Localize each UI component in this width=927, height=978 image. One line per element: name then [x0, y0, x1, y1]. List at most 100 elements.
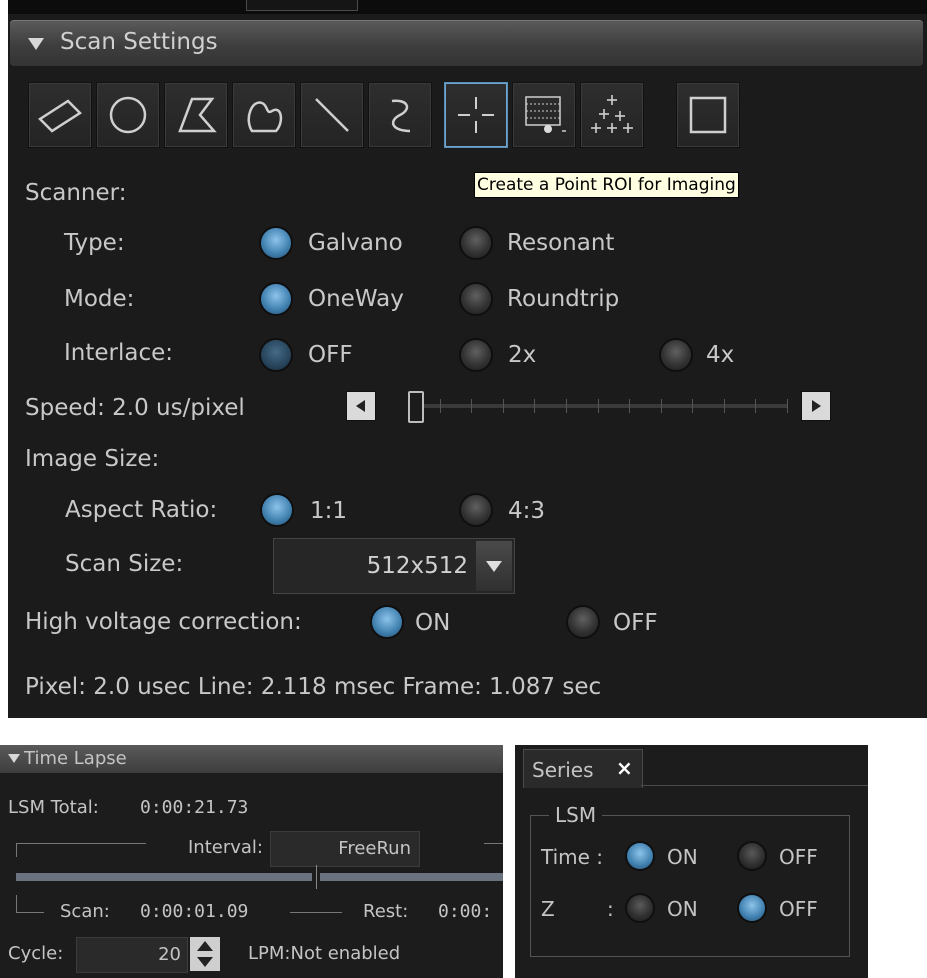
bracket-line — [290, 912, 342, 913]
slider-tick — [503, 399, 504, 413]
scan-size-dropdown-button[interactable] — [476, 541, 512, 591]
type-galvano-radio[interactable] — [261, 228, 291, 258]
hv-on-radio[interactable] — [372, 607, 402, 637]
mode-oneway-label: OneWay — [308, 286, 404, 312]
polyline-roi-button[interactable] — [368, 82, 432, 148]
time-label: Time : — [541, 845, 604, 869]
time-lapse-header[interactable]: Time Lapse — [0, 745, 503, 773]
scan-timeline-bar — [16, 873, 312, 881]
scanner-label: Scanner: — [25, 180, 127, 206]
tab-baseline — [641, 785, 868, 786]
bracket-line — [16, 912, 44, 913]
slider-tick — [598, 399, 599, 413]
aspect-4-3-label: 4:3 — [508, 498, 546, 524]
slider-tick — [566, 399, 567, 413]
aspect-ratio-label: Aspect Ratio: — [65, 497, 218, 523]
lsm-group-box — [530, 815, 850, 957]
time-lapse-title: Time Lapse — [24, 748, 127, 769]
line-roi-icon — [315, 98, 349, 132]
z-colon: : — [607, 897, 614, 921]
hv-off-label: OFF — [613, 610, 658, 636]
scan-settings-header[interactable]: Scan Settings — [10, 20, 923, 66]
lsm-total-value: 0:00:21.73 — [140, 797, 249, 818]
z-off-radio[interactable] — [739, 895, 765, 921]
z-off-label: OFF — [779, 897, 818, 921]
close-icon[interactable]: × — [616, 756, 633, 780]
top-tab[interactable] — [246, 0, 358, 11]
scan-size-select[interactable]: 512x512 — [273, 538, 515, 594]
slider-tick — [471, 399, 472, 413]
bracket-line — [16, 843, 146, 844]
interlace-2x-label: 2x — [508, 342, 537, 368]
left-arrow-icon — [356, 400, 365, 412]
clear-roi-icon — [689, 96, 727, 134]
rest-label: Rest: — [363, 901, 409, 922]
z-label: Z — [541, 897, 555, 921]
lsm-total-label: LSM Total: — [8, 797, 99, 818]
interlace-2x-radio[interactable] — [461, 340, 491, 370]
grid-roi-icon — [525, 96, 566, 133]
interlace-off-radio[interactable] — [261, 340, 291, 370]
slider-tick — [534, 399, 535, 413]
scan-size-label: Scan Size: — [65, 551, 184, 577]
circle-roi-button[interactable] — [96, 82, 160, 148]
grid-roi-button[interactable] — [512, 82, 576, 148]
top-tab-strip — [8, 0, 927, 14]
interlace-4x-radio[interactable] — [661, 340, 691, 370]
right-arrow-icon — [812, 400, 821, 412]
type-resonant-radio[interactable] — [461, 228, 491, 258]
time-off-radio[interactable] — [739, 843, 765, 869]
point-roi-tooltip: Create a Point ROI for Imaging — [474, 172, 739, 198]
timeline-divider — [316, 865, 317, 889]
cycle-stepper[interactable] — [190, 937, 220, 971]
speed-slider-handle[interactable] — [408, 391, 424, 423]
slider-tick — [692, 399, 693, 413]
multipoint-roi-button[interactable] — [580, 82, 644, 148]
rectangle-roi-button[interactable] — [28, 82, 92, 148]
polyline-roi-icon — [391, 99, 411, 133]
tab-series[interactable]: Series × — [523, 749, 643, 788]
clear-roi-button[interactable] — [676, 82, 740, 148]
point-roi-icon — [458, 97, 494, 133]
interlace-off-label: OFF — [308, 342, 353, 368]
mode-roundtrip-label: Roundtrip — [507, 286, 620, 312]
lpm-status: LPM:Not enabled — [248, 943, 401, 964]
collapse-triangle-icon[interactable] — [8, 754, 20, 763]
z-on-label: ON — [667, 897, 698, 921]
point-roi-button[interactable] — [444, 82, 508, 148]
slider-tick — [755, 399, 756, 413]
cycle-field[interactable]: 20 — [76, 937, 188, 973]
z-on-radio[interactable] — [627, 895, 653, 921]
hv-off-radio[interactable] — [568, 607, 598, 637]
speed-decrease-button[interactable] — [346, 391, 376, 421]
scan-label: Scan: — [60, 901, 110, 922]
line-roi-button[interactable] — [300, 82, 364, 148]
aspect-1-1-radio[interactable] — [262, 495, 292, 525]
series-panel: Series × LSM Time : ON OFF Z : ON OFF — [515, 745, 868, 978]
circle-roi-icon — [109, 96, 147, 134]
interval-label: Interval: — [188, 837, 263, 858]
speed-label: Speed: 2.0 us/pixel — [25, 395, 245, 421]
slider-tick — [440, 399, 441, 413]
scan-size-value: 512x512 — [366, 553, 468, 579]
rest-timeline-bar — [320, 873, 503, 881]
interval-value: FreeRun — [338, 838, 411, 859]
speed-increase-button[interactable] — [801, 391, 831, 421]
lsm-group-label: LSM — [549, 803, 603, 827]
speed-slider[interactable] — [408, 391, 788, 423]
freehand-roi-button[interactable] — [232, 82, 296, 148]
time-on-radio[interactable] — [627, 843, 653, 869]
cycle-value: 20 — [158, 944, 181, 965]
interlace-label: Interlace: — [64, 340, 174, 366]
mode-oneway-radio[interactable] — [261, 284, 291, 314]
slider-tick — [787, 399, 788, 413]
mode-roundtrip-radio[interactable] — [461, 284, 491, 314]
scan-settings-panel: Scan Settings Create a Point ROI for Ima… — [8, 0, 927, 718]
time-off-label: OFF — [779, 845, 818, 869]
interval-field[interactable]: FreeRun — [270, 831, 420, 867]
collapse-triangle-icon[interactable] — [28, 38, 44, 50]
chevron-down-icon — [486, 561, 502, 572]
slider-tick — [661, 399, 662, 413]
polygon-roi-button[interactable] — [164, 82, 228, 148]
aspect-4-3-radio[interactable] — [461, 495, 491, 525]
